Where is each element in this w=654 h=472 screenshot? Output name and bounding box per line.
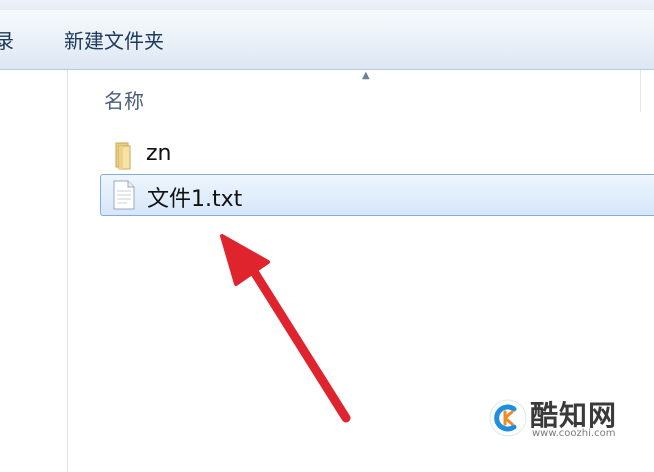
watermark-url: www.coozhi.com — [532, 428, 616, 439]
coozhi-logo-icon — [489, 399, 527, 437]
coozhi-watermark: 酷知网 www.coozhi.com — [478, 388, 654, 452]
